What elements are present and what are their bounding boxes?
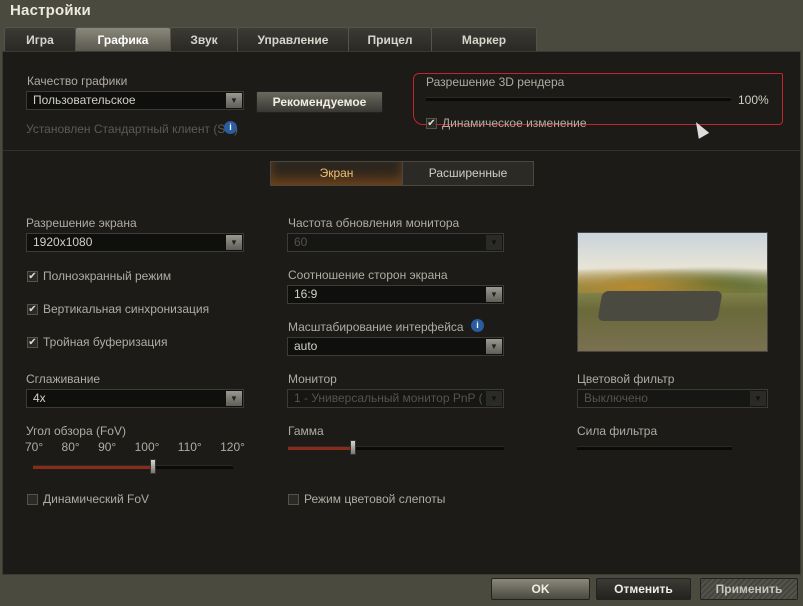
triple-buffering-label: Тройная буферизация [43,335,168,349]
refresh-label: Частота обновления монитора [288,216,460,230]
chevron-down-icon: ▼ [486,235,502,250]
window-title: Настройки [10,2,91,19]
tab-sound[interactable]: Звук [170,27,238,51]
tank-icon [597,291,723,321]
colorblind-label: Режим цветовой слепоты [304,492,446,506]
fov-tick: 80° [61,440,80,454]
antialiasing-value: 4x [33,391,46,405]
gamma-slider[interactable] [288,446,504,450]
gamma-label: Гамма [288,424,324,438]
colorblind-checkbox[interactable] [288,494,299,505]
quality-value: Пользовательское [33,93,136,107]
fov-tick: 110° [177,440,202,454]
tab-controls[interactable]: Управление [237,27,349,51]
info-icon[interactable]: i [224,121,237,134]
chevron-down-icon: ▼ [486,339,502,354]
triple-buffering-checkbox[interactable]: ✔ [27,337,38,348]
client-info: Установлен Стандартный клиент (SD) [26,122,238,136]
cancel-button[interactable]: Отменить [596,578,691,600]
fov-tick: 120° [220,440,245,454]
monitor-value: 1 - Универсальный монитор PnP ( [294,391,483,405]
tab-graphics[interactable]: Графика [75,27,171,51]
aspect-select[interactable]: 16:9 ▼ [287,285,504,304]
color-filter-value: Выключено [584,391,648,405]
apply-button[interactable]: Применить [700,578,798,600]
chevron-down-icon: ▼ [226,93,242,108]
subtab-advanced[interactable]: Расширенные [402,161,534,186]
ui-scale-select[interactable]: auto ▼ [287,337,504,356]
vsync-checkbox[interactable]: ✔ [27,304,38,315]
monitor-select[interactable]: 1 - Универсальный монитор PnP (▼ [287,389,504,408]
resolution-label: Разрешение экрана [26,216,137,230]
chevron-down-icon: ▼ [486,287,502,302]
chevron-down-icon: ▼ [226,235,242,250]
fov-slider[interactable] [33,465,233,469]
vsync-label: Вертикальная синхронизация [43,302,210,316]
fov-slider-thumb[interactable] [150,459,156,474]
render-resolution-value: 100% [738,93,769,107]
tab-game[interactable]: Игра [4,27,76,51]
gamma-slider-thumb[interactable] [349,440,356,455]
dynamic-resolution-checkbox[interactable]: ✔ [426,118,437,129]
quality-label: Качество графики [27,74,128,88]
dynamic-fov-label: Динамический FoV [43,492,150,506]
tab-sight[interactable]: Прицел [348,27,432,51]
dynamic-resolution-label: Динамическое изменение [442,116,587,130]
dynamic-fov-checkbox[interactable] [27,494,38,505]
color-filter-label: Цветовой фильтр [577,372,675,386]
fov-label: Угол обзора (FoV) [26,424,126,438]
ok-button[interactable]: OK [491,578,590,600]
info-icon[interactable]: i [471,319,484,332]
color-filter-select[interactable]: Выключено ▼ [577,389,768,408]
tab-marker[interactable]: Маркер [431,27,537,51]
refresh-value: 60 [294,235,308,249]
fullscreen-label: Полноэкранный режим [43,269,172,283]
chevron-down-icon: ▼ [486,391,502,406]
fov-tick: 70° [25,440,44,454]
preview-image [577,232,768,352]
fov-tick: 100° [134,440,160,454]
chevron-down-icon: ▼ [750,391,766,406]
subtab-screen[interactable]: Экран [270,161,403,186]
filter-strength-slider[interactable] [577,446,732,450]
fullscreen-checkbox[interactable]: ✔ [27,271,38,282]
monitor-label: Монитор [288,372,337,386]
ui-scale-value: auto [294,339,318,353]
render-resolution-label: Разрешение 3D рендера [426,75,565,89]
render-resolution-slider[interactable] [426,97,731,101]
recommended-button[interactable]: Рекомендуемое [256,91,383,113]
ui-scale-label: Масштабирование интерфейса [288,320,464,334]
gamma-slider-fill [288,447,353,450]
fov-ticks: 70° 80° 90° 100° 110° 120° [25,440,245,454]
resolution-select[interactable]: 1920x1080 ▼ [26,233,244,252]
aspect-label: Соотношение сторон экрана [288,268,448,282]
filter-strength-label: Сила фильтра [577,424,658,438]
chevron-down-icon: ▼ [226,391,242,406]
antialiasing-label: Сглаживание [26,372,101,386]
antialiasing-select[interactable]: 4x ▼ [26,389,244,408]
divider [3,150,800,151]
fov-slider-fill [33,466,153,469]
refresh-select[interactable]: 60 ▼ [287,233,504,252]
aspect-value: 16:9 [294,287,318,301]
fov-tick: 90° [98,440,117,454]
quality-select[interactable]: Пользовательское ▼ [26,91,244,110]
resolution-value: 1920x1080 [33,235,93,249]
